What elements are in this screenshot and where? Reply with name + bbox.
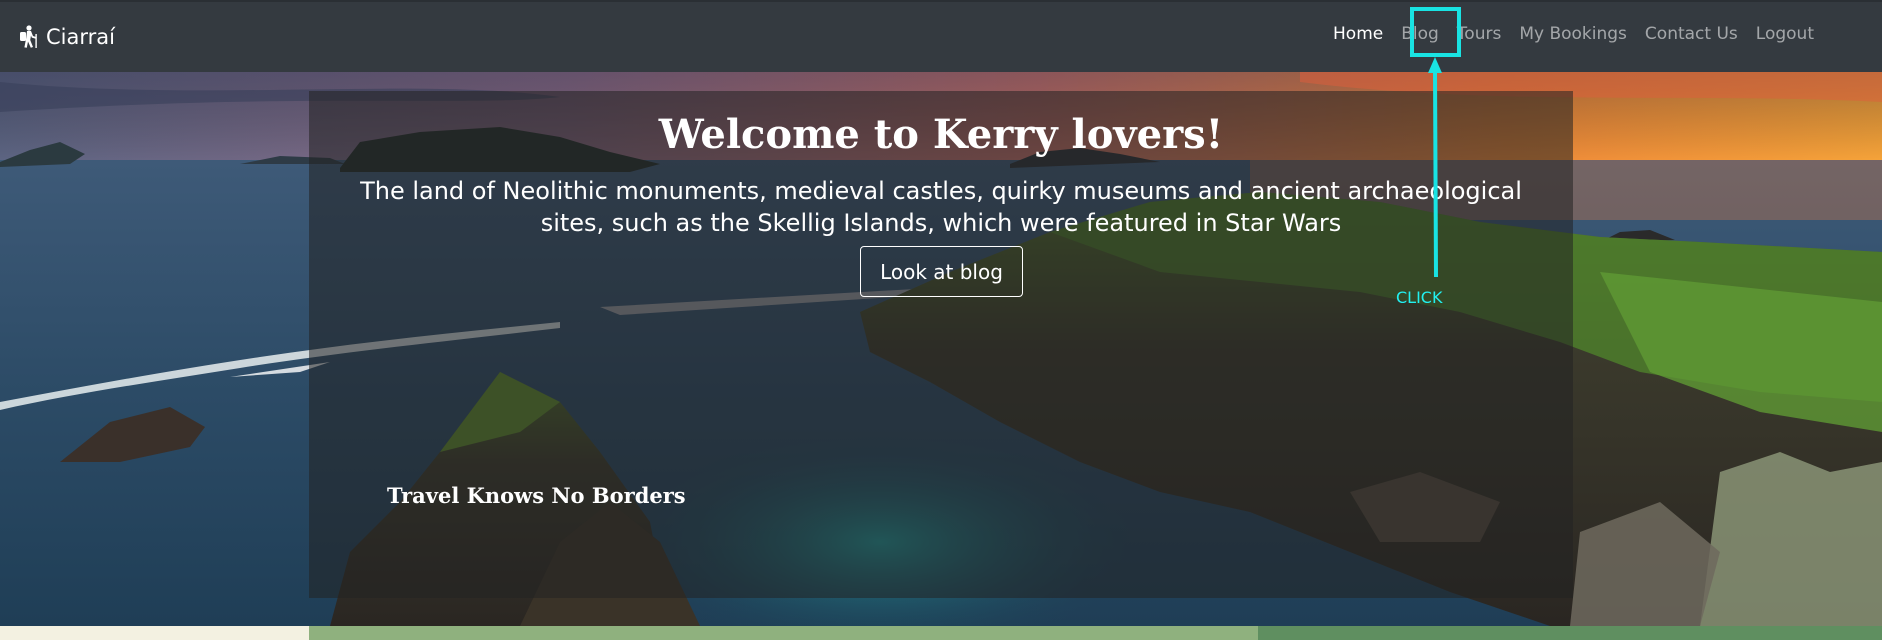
nav-link-blog[interactable]: Blog xyxy=(1401,24,1439,44)
bottom-color-strip xyxy=(0,626,1882,640)
strip-segment-middle xyxy=(309,626,1258,640)
hero-title: Welcome to Kerry lovers! xyxy=(658,111,1224,158)
page: Ciarraí Home Blog Tours My Bookings Cont… xyxy=(0,0,1882,640)
brand-link[interactable]: Ciarraí xyxy=(18,22,115,52)
hero-tagline: Travel Knows No Borders xyxy=(387,483,686,508)
hiker-icon xyxy=(20,25,37,48)
hero-subtitle: The land of Neolithic monuments, medieva… xyxy=(360,177,1522,237)
strip-segment-right xyxy=(1258,626,1882,640)
brand-name: Ciarraí xyxy=(46,25,115,49)
nav-link-home[interactable]: Home xyxy=(1333,24,1383,44)
nav-link-tours[interactable]: Tours xyxy=(1457,24,1502,44)
look-at-blog-button[interactable]: Look at blog xyxy=(860,246,1023,297)
nav-link-my-bookings[interactable]: My Bookings xyxy=(1519,24,1627,44)
nav-links: Home Blog Tours My Bookings Contact Us L… xyxy=(1333,24,1814,44)
nav-link-contact-us[interactable]: Contact Us xyxy=(1645,24,1738,44)
top-navbar: Ciarraí Home Blog Tours My Bookings Cont… xyxy=(0,0,1882,72)
nav-link-logout[interactable]: Logout xyxy=(1756,24,1814,44)
strip-segment-left xyxy=(0,626,309,640)
hero-overlay: Welcome to Kerry lovers! The land of Neo… xyxy=(309,91,1573,598)
hero-section: Welcome to Kerry lovers! The land of Neo… xyxy=(0,72,1882,626)
